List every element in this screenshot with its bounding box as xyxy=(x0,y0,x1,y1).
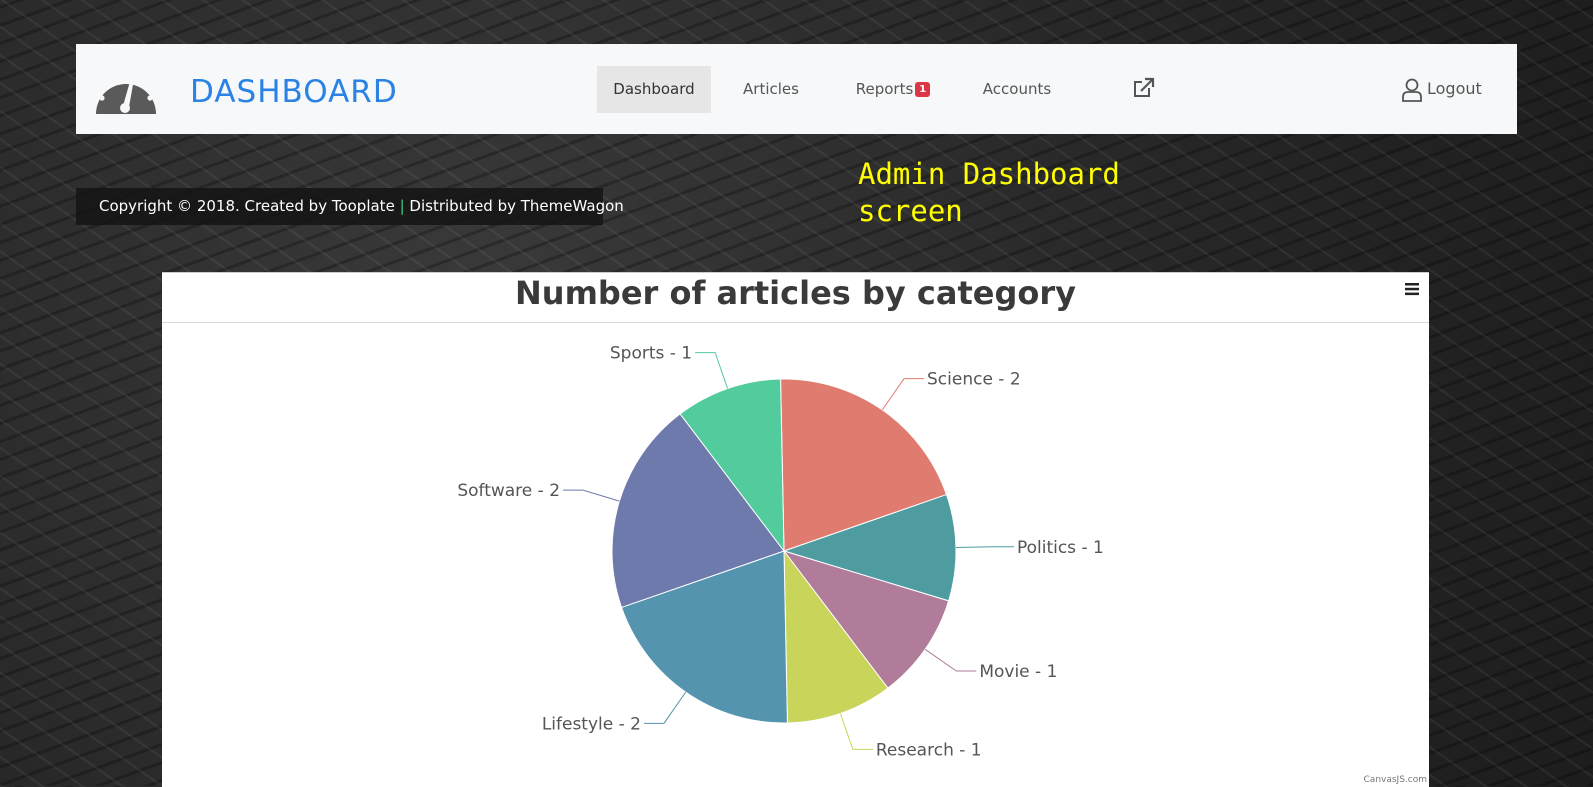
pie-label-connector xyxy=(955,546,1014,549)
nav-articles[interactable]: Articles xyxy=(730,66,812,113)
nav-reports-label: Reports xyxy=(855,80,914,98)
distributed-text[interactable]: Distributed by ThemeWagon xyxy=(409,197,623,215)
copyright-text: Copyright © 2018. Created by Tooplate xyxy=(99,197,395,215)
chart-title: Number of articles by category xyxy=(515,274,1076,312)
pie-label-connector xyxy=(563,489,620,502)
user-icon xyxy=(1402,78,1422,102)
nav-accounts[interactable]: Accounts xyxy=(974,66,1060,113)
pie-label-software: Software - 2 xyxy=(457,481,560,501)
nav-dashboard-label: Dashboard xyxy=(613,80,695,98)
copyright-separator: | xyxy=(399,197,405,215)
nav-articles-label: Articles xyxy=(743,80,799,98)
top-navbar: DASHBOARD Dashboard Articles Reports 1 Ac… xyxy=(76,44,1517,134)
chart-title-divider xyxy=(162,322,1429,323)
pie-label-connector xyxy=(695,352,729,389)
pie-label-connector xyxy=(924,648,977,672)
nav-reports[interactable]: Reports 1 xyxy=(840,66,946,113)
copyright-bar: Copyright © 2018. Created by Tooplate | … xyxy=(76,188,624,225)
logout-link[interactable]: Logout xyxy=(1402,76,1482,102)
pie-label-lifestyle: Lifestyle - 2 xyxy=(542,714,641,734)
pie-chart: Science - 2 Politics - 1 Movie - 1 Research… xyxy=(457,344,1104,761)
logout-label: Logout xyxy=(1427,79,1482,98)
pie-label-connector xyxy=(643,691,687,724)
nav-accounts-label: Accounts xyxy=(982,80,1052,98)
pie-chart-panel: Science - 2 Politics - 1 Movie - 1 Research… xyxy=(162,272,1429,787)
reports-badge: 1 xyxy=(915,82,931,97)
chart-credit[interactable]: CanvasJS.com xyxy=(1364,775,1427,785)
hamburger-menu-icon[interactable] xyxy=(1403,281,1421,297)
screen-caption: Admin Dashboard screen xyxy=(858,157,1120,228)
nav-dashboard[interactable]: Dashboard xyxy=(597,66,711,113)
pie-label-connector xyxy=(839,713,873,750)
pie-label-movie: Movie - 1 xyxy=(979,662,1057,682)
pie-label-politics: Politics - 1 xyxy=(1017,538,1104,558)
external-link-icon[interactable] xyxy=(1133,77,1155,99)
pie-label-science: Science - 2 xyxy=(927,370,1021,390)
pie-label-sports: Sports - 1 xyxy=(610,344,692,364)
speedometer-icon[interactable] xyxy=(93,64,159,116)
pie-label-connector xyxy=(881,378,925,411)
pie-label-research: Research - 1 xyxy=(876,740,982,760)
brand-title[interactable]: DASHBOARD xyxy=(190,74,398,110)
